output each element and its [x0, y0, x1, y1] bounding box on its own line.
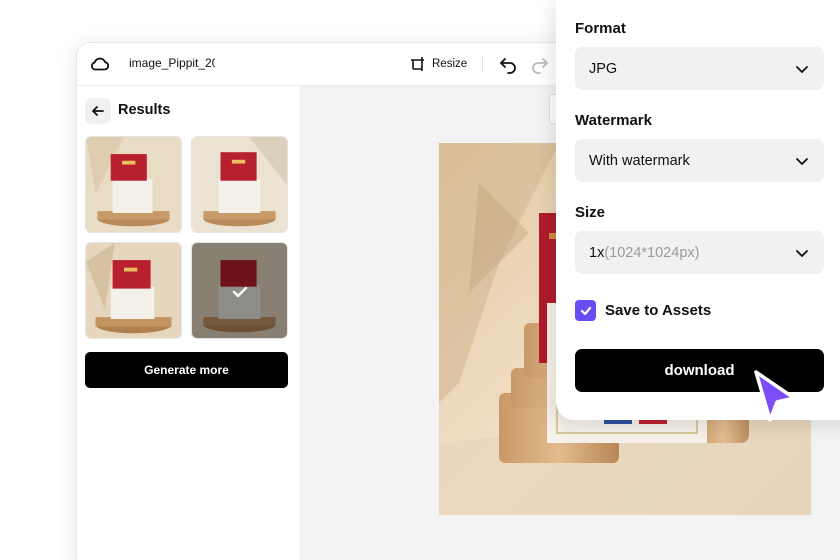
resize-button[interactable]: Resize: [410, 53, 467, 75]
size-detail: (1024*1024px): [604, 244, 700, 261]
cursor-pointer-icon: [754, 370, 796, 422]
results-title: Results: [118, 102, 171, 118]
toolbar-divider: [482, 57, 483, 71]
watermark-label: Watermark: [575, 112, 652, 129]
resize-icon: [411, 57, 424, 71]
chevron-down-icon: [796, 250, 808, 257]
size-select[interactable]: 1x (1024*1024px): [575, 231, 824, 274]
size-label: Size: [575, 204, 606, 221]
watermark-select[interactable]: With watermark: [575, 139, 824, 182]
generate-more-button[interactable]: Generate more: [85, 352, 288, 388]
checkmark-icon: [580, 306, 591, 315]
result-thumbnail-1[interactable]: [85, 136, 182, 233]
export-panel: Format JPG Watermark With watermark Size…: [556, 0, 840, 420]
product-image: [192, 137, 287, 232]
format-value: JPG: [589, 60, 618, 77]
save-to-assets-checkbox[interactable]: [575, 300, 596, 321]
checkmark-icon: [232, 286, 248, 298]
chevron-down-icon: [796, 158, 808, 165]
result-thumbnail-2[interactable]: [191, 136, 288, 233]
save-to-assets-label: Save to Assets: [605, 302, 712, 319]
redo-icon[interactable]: [529, 54, 551, 76]
chevron-down-icon: [796, 66, 808, 73]
product-image: [86, 137, 181, 232]
watermark-value: With watermark: [589, 152, 690, 169]
product-image: [86, 243, 181, 338]
format-select[interactable]: JPG: [575, 47, 824, 90]
file-name[interactable]: image_Pippit_20: [129, 56, 215, 70]
resize-label: Resize: [432, 58, 468, 70]
arrow-left-icon: [92, 106, 104, 116]
save-to-assets-toggle[interactable]: Save to Assets: [575, 300, 711, 321]
result-thumbnail-3[interactable]: [85, 242, 182, 339]
cloud-icon[interactable]: [89, 53, 111, 75]
result-thumbnail-4[interactable]: [191, 242, 288, 339]
format-label: Format: [575, 20, 626, 37]
undo-icon[interactable]: [497, 54, 519, 76]
back-button[interactable]: [85, 98, 111, 124]
results-panel: Results Generate more: [77, 86, 301, 560]
size-value: 1x: [589, 244, 605, 261]
